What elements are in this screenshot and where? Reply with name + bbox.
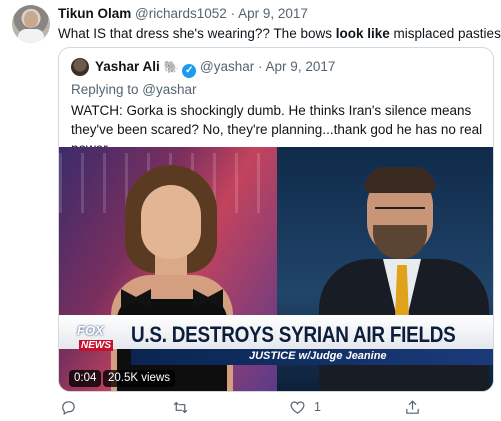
- quoted-author-name: Yashar Ali: [95, 59, 160, 74]
- guest-beard: [373, 225, 427, 259]
- tweet-text: What IS that dress she's wearing?? The b…: [58, 26, 501, 41]
- guest-hair: [365, 167, 435, 193]
- retweet-button[interactable]: [172, 396, 197, 418]
- guest-glasses: [375, 207, 425, 217]
- author-name[interactable]: Tikun Olam: [58, 6, 131, 21]
- video-view-count: 20.5K views: [103, 370, 176, 387]
- news-logo-word: NEWS: [79, 340, 113, 351]
- author-handle[interactable]: @richards1052: [135, 6, 227, 21]
- verified-badge-icon: ✓: [182, 64, 197, 78]
- quoted-tweet-date: Apr 9, 2017: [265, 59, 336, 74]
- elephant-emoji-icon: 🐘: [163, 60, 179, 74]
- chyron-headline: U.S. DESTROYS SYRIAN AIR FIELDS: [131, 322, 456, 347]
- heart-icon: [290, 400, 305, 414]
- tweet-date[interactable]: Apr 9, 2017: [238, 6, 308, 21]
- replying-prefix: Replying to: [71, 82, 143, 97]
- tweet-text-before: What IS that dress she's wearing?? The b…: [58, 26, 336, 41]
- reply-icon: [62, 400, 75, 415]
- share-icon: [406, 399, 419, 414]
- quoted-separator-dot: ·: [254, 59, 266, 74]
- tweet-text-after: misplaced pasties!: [389, 26, 501, 41]
- avatar-face: [24, 11, 38, 28]
- replying-to: Replying to @yashar: [71, 82, 197, 97]
- quoted-tweet-header: Yashar Ali 🐘 ✓ @yashar · Apr 9, 2017: [95, 59, 335, 78]
- like-button[interactable]: 1: [289, 396, 321, 418]
- retweet-icon: [173, 401, 188, 413]
- tweet[interactable]: Tikun Olam @richards1052 · Apr 9, 2017 W…: [0, 0, 501, 421]
- video-player[interactable]: U.S. DESTROYS SYRIAN AIR FIELDS JUSTICE …: [59, 147, 493, 391]
- tweet-text-bold: look like: [335, 26, 390, 41]
- replying-handle: @yashar: [142, 82, 197, 97]
- like-count: 1: [314, 400, 321, 414]
- share-button[interactable]: [404, 396, 429, 418]
- host-face: [141, 185, 201, 259]
- separator-dot: ·: [226, 6, 239, 21]
- show-name: JUSTICE w/Judge Jeanine: [249, 350, 387, 362]
- avatar-shirt: [18, 29, 44, 43]
- video-duration: 0:04: [69, 370, 102, 387]
- action-bar: 1: [58, 396, 494, 418]
- quoted-author-handle: @yashar: [200, 59, 255, 74]
- fox-logo-word: FOX: [77, 323, 104, 338]
- tweet-header: Tikun Olam @richards1052 · Apr 9, 2017: [58, 6, 308, 21]
- author-avatar[interactable]: [12, 5, 50, 43]
- quoted-author-avatar: [71, 58, 89, 76]
- quoted-tweet[interactable]: Yashar Ali 🐘 ✓ @yashar · Apr 9, 2017 Rep…: [58, 47, 494, 392]
- reply-button[interactable]: [60, 396, 85, 418]
